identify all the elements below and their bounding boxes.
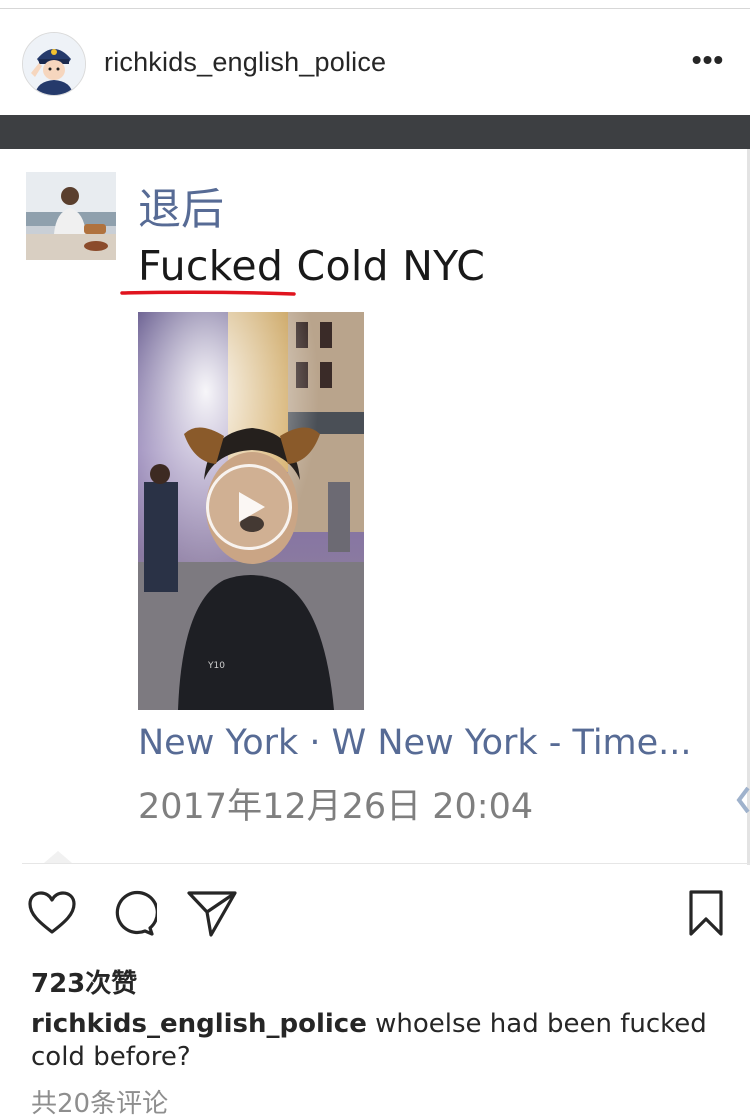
header-username[interactable]: richkids_english_police — [104, 47, 386, 78]
save-button[interactable] — [680, 885, 732, 941]
moment-video-thumbnail: Y10 — [138, 312, 364, 710]
share-button[interactable] — [186, 885, 238, 941]
comment-arrow-icon — [736, 786, 750, 814]
like-button[interactable] — [26, 885, 78, 941]
moment-text: Fucked Cold NYC — [138, 242, 486, 290]
post-header: richkids_english_police ••• — [0, 9, 750, 115]
heart-icon — [28, 891, 76, 934]
play-icon — [239, 492, 265, 522]
video-play-button[interactable] — [206, 464, 292, 550]
moment-avatar — [26, 172, 116, 260]
embedded-topbar — [0, 115, 750, 149]
post-caption: richkids_english_police whoelse had been… — [31, 1008, 721, 1074]
status-divider — [0, 0, 750, 9]
view-comments-link[interactable]: 共20条评论 — [31, 1083, 168, 1120]
comment-bubble-icon — [115, 891, 157, 936]
svg-text:Y10: Y10 — [207, 661, 225, 671]
red-underline-annotation — [120, 290, 296, 296]
profile-avatar[interactable] — [22, 32, 86, 96]
caption-username[interactable]: richkids_english_police — [31, 1009, 367, 1039]
comment-pointer — [44, 851, 72, 863]
embedded-divider — [22, 863, 750, 864]
more-options-icon[interactable]: ••• — [688, 44, 728, 75]
paper-plane-icon — [187, 891, 237, 937]
post-action-bar — [0, 885, 750, 945]
like-count[interactable]: 723次赞 — [31, 963, 137, 1000]
moment-timestamp: 2017年12月26日 20:04 — [138, 787, 534, 827]
comment-button[interactable] — [106, 885, 158, 941]
police-avatar-icon — [23, 33, 85, 95]
post-image: 退后 Fucked Cold NYC Y10 New York · W New … — [0, 115, 750, 865]
moment-location: New York · W New York - Time... — [138, 723, 692, 763]
moment-author-name: 退后 — [138, 185, 224, 235]
bookmark-icon — [689, 890, 723, 936]
